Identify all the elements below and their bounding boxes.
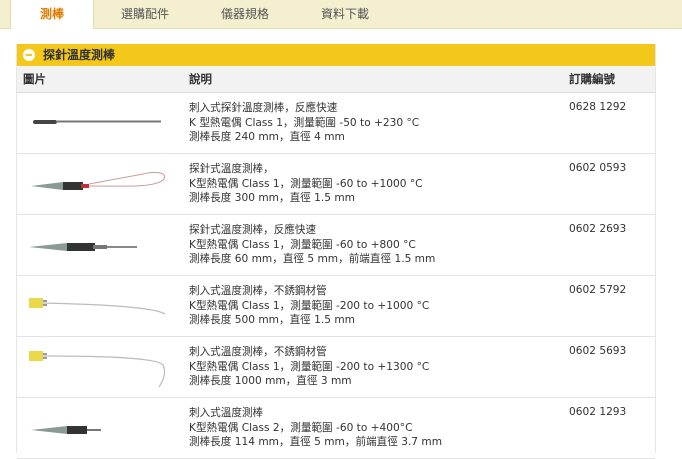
order-number: 0602 5693 bbox=[569, 345, 627, 357]
tab-bar: 測棒 選購配件 儀器規格 資料下載 bbox=[0, 0, 682, 29]
probe-plug-wire-icon bbox=[29, 298, 166, 315]
table-row[interactable]: 刺入式探針溫度測棒，反應快速 K 型熱電偶 Class 1，測量範圍 -50 t… bbox=[17, 93, 655, 154]
order-number: 0628 1292 bbox=[569, 101, 627, 113]
order-number: 0602 2693 bbox=[569, 223, 627, 235]
tab-specifications[interactable]: 儀器規格 bbox=[200, 0, 290, 28]
product-description: 探針式溫度測棒， K型熱電偶 Class 1，測量範圍 -60 to +1000… bbox=[189, 163, 423, 204]
tab-downloads[interactable]: 資料下載 bbox=[300, 0, 390, 28]
section-header[interactable]: 探針溫度測棒 bbox=[17, 44, 655, 66]
order-number: 0602 0593 bbox=[569, 162, 627, 174]
table-row[interactable]: 探針式溫度測棒， K型熱電偶 Class 1，測量範圍 -60 to +1000… bbox=[17, 154, 655, 215]
probe-handle-needle-icon bbox=[31, 426, 101, 434]
table-header: 圖片 說明 訂購編號 bbox=[17, 66, 655, 93]
tab-accessories[interactable]: 選購配件 bbox=[100, 0, 190, 28]
header-picture: 圖片 bbox=[23, 72, 46, 86]
table-row[interactable]: 刺入式溫度測棒，不銹鋼材管 K型熱電偶 Class 1，測量範圍 -200 to… bbox=[17, 337, 655, 398]
product-description: 刺入式溫度測棒，不銹鋼材管 K型熱電偶 Class 1，測量範圍 -200 to… bbox=[189, 285, 430, 326]
probe-handle-loop-icon bbox=[31, 171, 166, 190]
table-row[interactable]: 刺入式溫度測棒，不銹鋼材管 K型熱電偶 Class 1，測量範圍 -200 to… bbox=[17, 276, 655, 337]
header-description: 說明 bbox=[189, 72, 212, 86]
probe-thin-handle-icon bbox=[33, 120, 161, 124]
product-description: 刺入式探針溫度測棒，反應快速 K 型熱電偶 Class 1，測量範圍 -50 t… bbox=[189, 102, 420, 143]
tab-probes[interactable]: 測棒 bbox=[10, 0, 94, 29]
product-description: 刺入式溫度測棒 K型熱電偶 Class 2，測量範圍 -60 to +400°C… bbox=[189, 407, 443, 448]
order-number: 0602 5792 bbox=[569, 284, 627, 296]
order-number: 0602 1293 bbox=[569, 406, 627, 418]
collapse-icon[interactable] bbox=[23, 49, 35, 61]
header-order-number: 訂購編號 bbox=[569, 72, 615, 86]
product-description: 刺入式溫度測棒，不銹鋼材管 K型熱電偶 Class 1，測量範圍 -200 to… bbox=[189, 346, 430, 387]
table-row[interactable]: 探針式溫度測棒，反應快速 K型熱電偶 Class 1，測量範圍 -60 to +… bbox=[17, 215, 655, 276]
table-row[interactable]: 刺入式溫度測棒 K型熱電偶 Class 2，測量範圍 -60 to +400°C… bbox=[17, 398, 655, 459]
product-panel: 探針溫度測棒 圖片 說明 訂購編號 刺入式探針溫度測棒，反應快速 K 型熱電偶 … bbox=[16, 44, 656, 459]
probe-handle-short-tip-icon bbox=[29, 243, 137, 251]
product-description: 探針式溫度測棒，反應快速 K型熱電偶 Class 1，測量範圍 -60 to +… bbox=[189, 224, 436, 265]
section-title: 探針溫度測棒 bbox=[43, 48, 116, 62]
probe-plug-long-wire-icon bbox=[29, 351, 166, 388]
